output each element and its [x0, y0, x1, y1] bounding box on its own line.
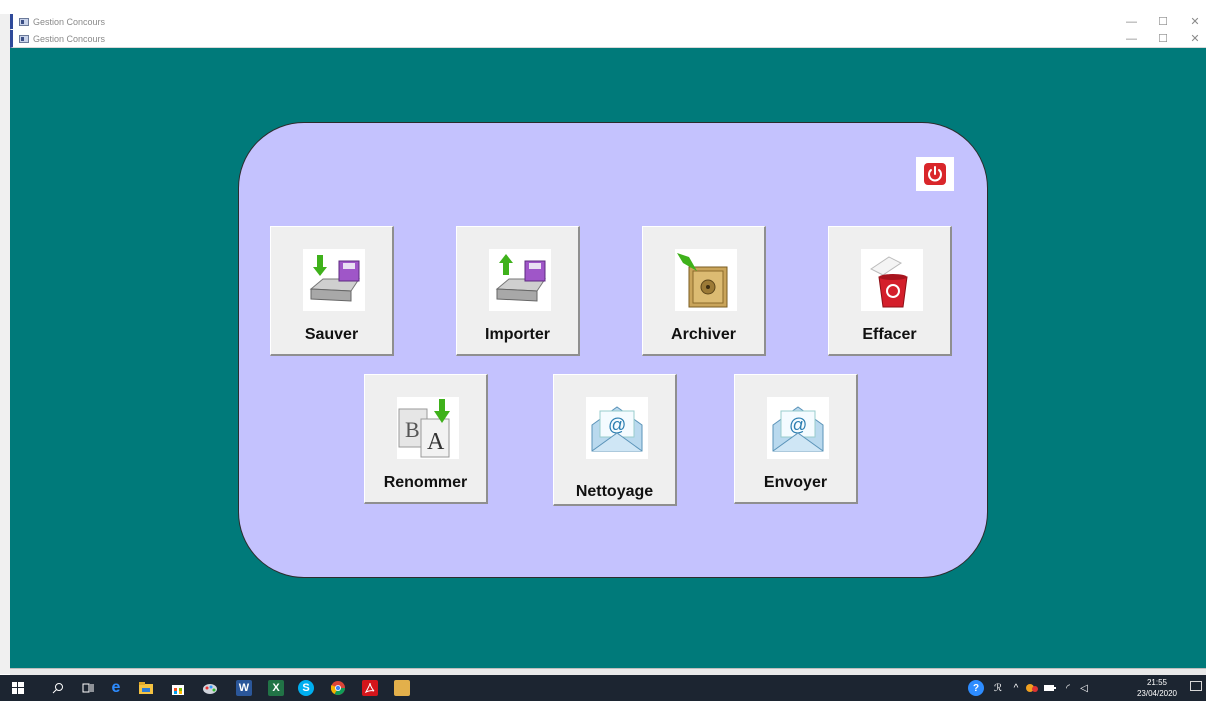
volume-icon[interactable]: ◁: [1076, 680, 1092, 696]
app-window-icon: [19, 34, 29, 43]
people-icon[interactable]: ℛ: [990, 680, 1006, 696]
system-clock[interactable]: 21:55 23/04/2020: [1132, 677, 1182, 699]
close-button[interactable]: ✕: [1190, 15, 1200, 28]
effacer-label: Effacer: [862, 326, 917, 343]
app-window-icon: [19, 17, 29, 26]
maximize-button[interactable]: ☐: [1158, 32, 1168, 45]
battery-icon[interactable]: [1042, 680, 1058, 696]
nettoyage-button[interactable]: @ Nettoyage: [553, 374, 677, 506]
importer-button[interactable]: Importer: [456, 226, 580, 356]
power-icon: [924, 163, 946, 185]
background-window-titlebar[interactable]: Gestion Concours — ☐ ✕: [10, 14, 1206, 29]
chevron-up-icon[interactable]: ^: [1008, 680, 1024, 696]
minimize-button[interactable]: —: [1126, 16, 1137, 28]
edge-icon[interactable]: e: [108, 679, 124, 696]
envoyer-button[interactable]: @ Envoyer: [734, 374, 858, 504]
start-icon[interactable]: [10, 680, 26, 696]
svg-text:@: @: [608, 415, 626, 435]
skype-icon[interactable]: S: [298, 680, 314, 696]
notifications-icon[interactable]: [1190, 681, 1202, 691]
file-explorer-icon[interactable]: [138, 680, 154, 696]
chrome-icon[interactable]: [330, 680, 346, 696]
close-button[interactable]: ✕: [1190, 32, 1200, 45]
nettoyage-label: Nettoyage: [575, 483, 654, 500]
power-button[interactable]: [916, 157, 954, 191]
store-icon[interactable]: [170, 680, 186, 696]
archiver-label: Archiver: [671, 326, 736, 343]
archive-safe-icon: [675, 249, 737, 311]
svg-text:@: @: [789, 415, 807, 435]
paint-icon[interactable]: [202, 680, 218, 696]
main-window-titlebar[interactable]: Gestion Concours — ☐ ✕: [10, 30, 1206, 48]
renommer-label: Renommer: [383, 474, 468, 491]
wifi-icon[interactable]: ◜: [1060, 680, 1076, 696]
acrobat-icon[interactable]: [362, 680, 378, 696]
svg-text:A: A: [427, 429, 445, 455]
background-window-title: Gestion Concours: [33, 16, 106, 27]
minimize-button[interactable]: —: [1126, 33, 1137, 45]
trash-icon: [861, 249, 923, 311]
sauver-button[interactable]: Sauver: [270, 226, 394, 356]
importer-label: Importer: [485, 326, 550, 343]
antivirus-icon[interactable]: [1024, 680, 1040, 696]
form-background: Sauver Importer Archiver Effacer B A Ren…: [10, 48, 1206, 668]
main-window-title: Gestion Concours: [33, 33, 106, 44]
help-icon[interactable]: ?: [968, 680, 984, 696]
taskbar: e W X S ? ℛ ^ ◜ ◁ 21:55 23/04/2020: [0, 675, 1206, 701]
task-view-icon[interactable]: [80, 680, 96, 696]
envoyer-label: Envoyer: [763, 474, 828, 491]
clock-date: 23/04/2020: [1136, 689, 1178, 698]
save-download-icon: [303, 249, 365, 311]
sauver-label: Sauver: [304, 326, 359, 343]
app-icon[interactable]: [394, 680, 410, 696]
import-upload-icon: [489, 249, 551, 311]
clock-time: 21:55: [1146, 678, 1168, 687]
renommer-button[interactable]: B A Renommer: [364, 374, 488, 504]
email-icon: @: [767, 397, 829, 459]
archiver-button[interactable]: Archiver: [642, 226, 766, 356]
email-icon: @: [586, 397, 648, 459]
rename-icon: B A: [397, 397, 459, 459]
search-icon[interactable]: [50, 680, 66, 696]
excel-icon[interactable]: X: [268, 680, 284, 696]
effacer-button[interactable]: Effacer: [828, 226, 952, 356]
main-panel: Sauver Importer Archiver Effacer B A Ren…: [238, 122, 988, 578]
svg-text:B: B: [405, 417, 420, 442]
maximize-button[interactable]: ☐: [1158, 15, 1168, 28]
word-icon[interactable]: W: [236, 680, 252, 696]
